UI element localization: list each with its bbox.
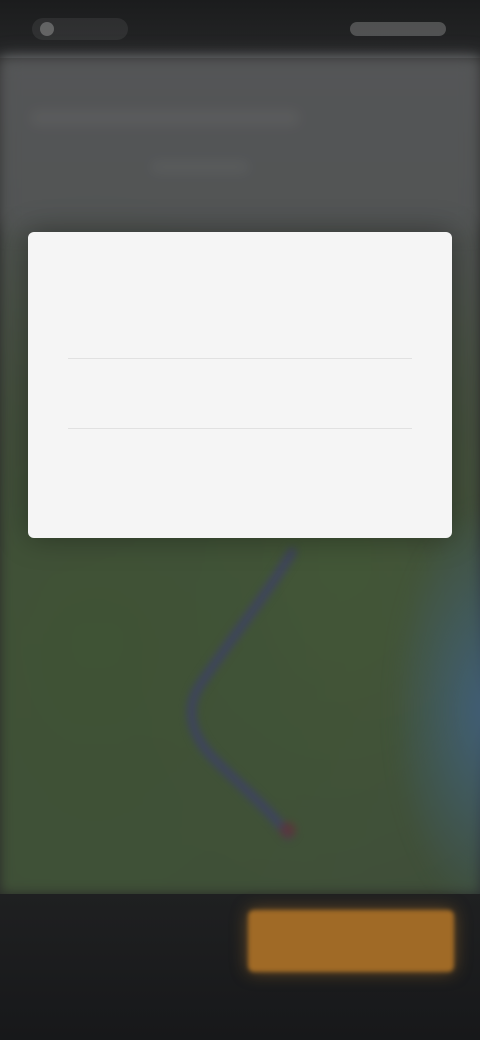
dialog-divider — [68, 428, 412, 429]
dialog-title — [28, 292, 452, 320]
app-icon — [32, 18, 128, 40]
status-bar — [0, 0, 480, 58]
notification-icon — [40, 22, 54, 36]
screen — [0, 0, 480, 1040]
bottom-action-bar — [0, 894, 480, 1040]
start-button[interactable] — [248, 910, 454, 972]
dialog-divider — [68, 358, 412, 359]
route-summary-text — [40, 932, 210, 958]
confirmation-dialog — [28, 232, 452, 538]
dialog-option-2[interactable] — [68, 430, 412, 486]
system-status-icons — [350, 22, 446, 36]
dialog-option-1[interactable] — [68, 360, 412, 416]
